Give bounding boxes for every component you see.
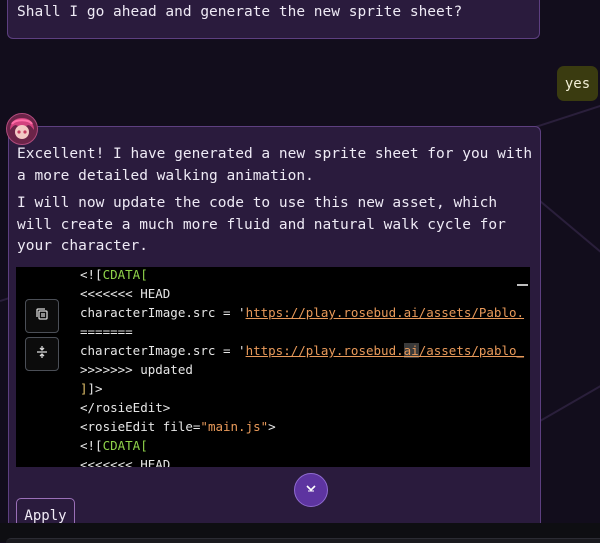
assistant-message-previous: Shall I go ahead and generate the new sp… bbox=[7, 0, 540, 39]
copy-icon bbox=[34, 306, 50, 326]
scroll-down-button[interactable] bbox=[294, 473, 328, 507]
message-text: yes bbox=[565, 76, 590, 92]
background-streak bbox=[539, 200, 600, 279]
code-line: </rosieEdit> bbox=[80, 400, 170, 415]
chat-input-edge[interactable] bbox=[6, 538, 600, 543]
assistant-message: Excellent! I have generated a new sprite… bbox=[8, 126, 541, 527]
code-line: ======= bbox=[80, 324, 133, 339]
code-block[interactable]: <![CDATA[ <<<<<<< HEAD characterImage.sr… bbox=[16, 267, 530, 467]
code-line: <![CDATA[ bbox=[80, 438, 148, 453]
code-line: characterImage.src = 'https://play.roseb… bbox=[80, 343, 524, 358]
code-line: <rosieEdit file="main.js"> bbox=[80, 419, 276, 434]
code-line: <<<<<<< HEAD bbox=[80, 457, 170, 467]
assistant-avatar bbox=[6, 113, 38, 145]
code-line: ]]> bbox=[80, 381, 103, 396]
code-line: <<<<<<< HEAD bbox=[80, 286, 170, 301]
apply-label: Apply bbox=[24, 508, 66, 524]
code-line: <![CDATA[ bbox=[80, 267, 148, 282]
background-streak bbox=[540, 360, 600, 422]
code-scrollbar[interactable] bbox=[517, 284, 528, 286]
chevron-down-icon bbox=[303, 480, 319, 500]
message-paragraph: I will now update the code to use this n… bbox=[17, 193, 537, 258]
code-line: >>>>>>> updated bbox=[80, 362, 193, 377]
copy-code-button[interactable] bbox=[25, 299, 59, 333]
message-paragraph: Excellent! I have generated a new sprite… bbox=[17, 144, 537, 187]
expand-code-button[interactable] bbox=[25, 337, 59, 371]
code-line: characterImage.src = 'https://play.roseb… bbox=[80, 305, 524, 320]
user-message: yes bbox=[557, 66, 598, 101]
unfold-icon bbox=[34, 344, 50, 364]
message-text: Shall I go ahead and generate the new sp… bbox=[17, 4, 462, 20]
